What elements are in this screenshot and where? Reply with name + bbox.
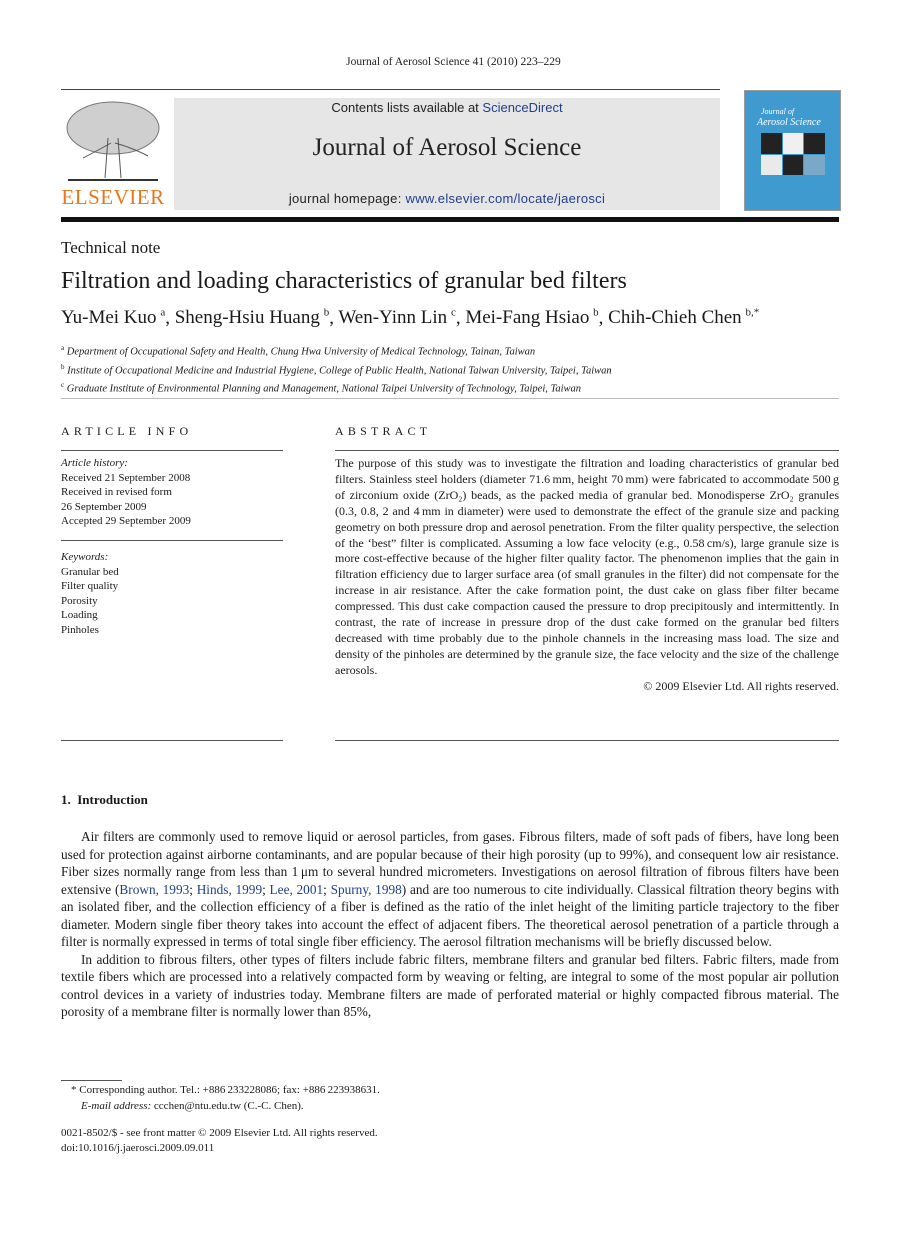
issn-line: 0021-8502/$ - see front matter © 2009 El…: [61, 1127, 378, 1139]
cover-title-line1: Journal of: [761, 107, 795, 116]
issn-block: 0021-8502/$ - see front matter © 2009 El…: [61, 1126, 378, 1156]
header-rule: [61, 89, 720, 90]
citation-link[interactable]: Brown, 1993: [119, 882, 189, 897]
journal-title: Journal of Aerosol Science: [312, 134, 582, 161]
author[interactable]: Mei-Fang Hsiao b: [465, 307, 598, 328]
author[interactable]: Chih-Chieh Chen b,*: [608, 307, 759, 328]
divider: [61, 540, 283, 541]
paragraph: Air filters are commonly used to remove …: [61, 829, 839, 949]
affiliations: a Department of Occupational Safety and …: [61, 341, 612, 397]
citation-link[interactable]: Lee, 2001: [270, 882, 324, 897]
elsevier-tree-icon: [66, 101, 160, 181]
citation-link[interactable]: Spurny, 1998: [331, 882, 402, 897]
divider: [335, 450, 839, 451]
author[interactable]: Sheng-Hsiu Huang b: [175, 307, 329, 328]
author[interactable]: Yu-Mei Kuo a: [61, 307, 165, 328]
divider: [61, 398, 839, 399]
divider: [335, 740, 839, 741]
introduction-body: Air filters are commonly used to remove …: [61, 828, 839, 1021]
article-type: Technical note: [61, 238, 161, 257]
section-heading-introduction: 1. Introduction: [61, 792, 148, 807]
keyword: Porosity: [61, 594, 98, 607]
homepage-link[interactable]: www.elsevier.com/locate/jaerosci: [406, 191, 606, 206]
cover-title-line2: Aerosol Science: [757, 117, 821, 128]
divider: [61, 450, 283, 451]
elsevier-wordmark: ELSEVIER: [61, 185, 165, 209]
article-info-heading: ARTICLE INFO: [61, 424, 193, 438]
history-label: Article history:: [61, 457, 128, 469]
keyword: Granular bed: [61, 565, 119, 578]
abstract-text: The purpose of this study was to investi…: [335, 456, 839, 677]
keywords: Keywords: Granular bed Filter quality Po…: [61, 550, 283, 637]
abstract: The purpose of this study was to investi…: [335, 456, 839, 695]
affiliation: b Institute of Occupational Medicine and…: [61, 362, 612, 377]
homepage-line: journal homepage: www.elsevier.com/locat…: [288, 191, 606, 206]
history-item: Received 21 September 2008: [61, 471, 191, 484]
elsevier-logo[interactable]: ELSEVIER: [61, 98, 165, 210]
cover-images: [761, 133, 825, 175]
paragraph: In addition to fibrous filters, other ty…: [61, 951, 839, 1020]
running-head: Journal of Aerosol Science 41 (2010) 223…: [346, 56, 561, 68]
sciencedirect-link[interactable]: ScienceDirect: [482, 100, 562, 115]
keywords-label: Keywords:: [61, 551, 109, 563]
author[interactable]: Wen-Yinn Lin c: [338, 307, 455, 328]
keyword: Loading: [61, 609, 98, 621]
journal-cover-image[interactable]: Journal of Aerosol Science: [744, 90, 841, 211]
history-item: Received in revised form: [61, 486, 172, 498]
footnote: * Corresponding author. Tel.: +886 23322…: [71, 1084, 380, 1112]
journal-banner: Contents lists available at ScienceDirec…: [174, 98, 720, 210]
email-link[interactable]: ccchen@ntu.edu.tw (C.-C. Chen).: [151, 1100, 304, 1112]
keyword: Filter quality: [61, 580, 119, 592]
footnote-rule: [61, 1080, 122, 1081]
contents-line: Contents lists available at ScienceDirec…: [331, 100, 563, 115]
abstract-copyright: © 2009 Elsevier Ltd. All rights reserved…: [643, 678, 839, 693]
masthead-rule: [61, 217, 839, 222]
affiliation: a Department of Occupational Safety and …: [61, 344, 536, 358]
keyword: Pinholes: [61, 623, 99, 636]
corresponding-author: * Corresponding author. Tel.: +886 23322…: [71, 1084, 380, 1096]
abstract-heading: ABSTRACT: [335, 424, 432, 438]
divider: [61, 740, 283, 741]
doi[interactable]: doi:10.1016/j.jaerosci.2009.09.011: [61, 1141, 378, 1156]
citation-link[interactable]: Hinds, 1999: [197, 882, 262, 897]
affiliation: c Graduate Institute of Environmental Pl…: [61, 381, 582, 395]
author-list: Yu-Mei Kuo a, Sheng-Hsiu Huang b, Wen-Yi…: [61, 307, 760, 329]
history-item: 26 September 2009: [61, 500, 147, 513]
history-item: Accepted 29 September 2009: [61, 515, 191, 527]
article-title: Filtration and loading characteristics o…: [61, 268, 627, 294]
article-history: Article history: Received 21 September 2…: [61, 456, 283, 529]
